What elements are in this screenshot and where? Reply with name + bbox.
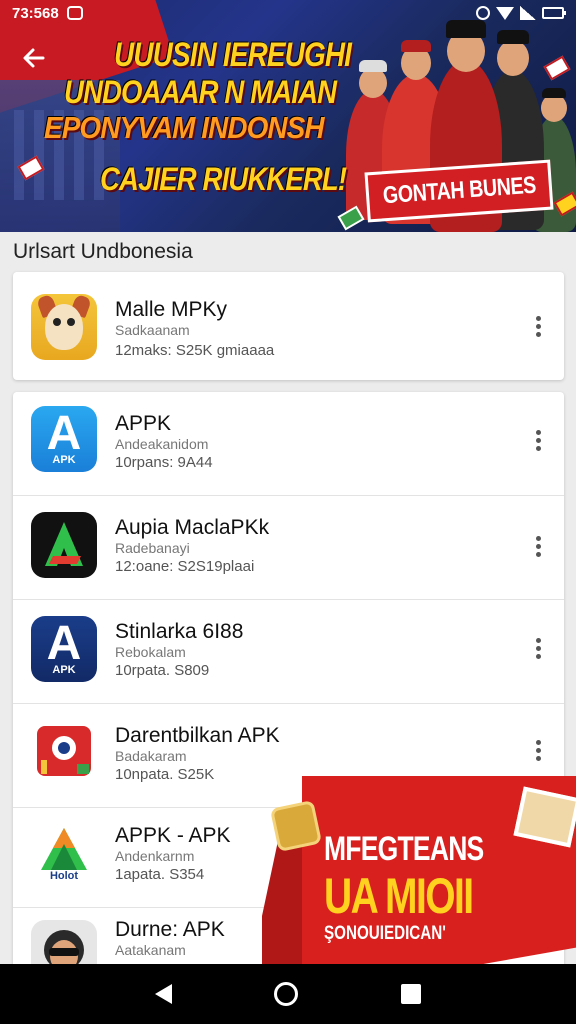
hero-line-2: UNDOAAAR N MAIAN: [64, 74, 337, 110]
green-triangle-icon: Holot: [31, 822, 97, 888]
hero-banner[interactable]: 73:568 UUUSIN IEREUGHI UNDOAAAR N MAIAN …: [0, 0, 576, 232]
status-icons: [476, 6, 566, 20]
more-options-icon[interactable]: [526, 310, 550, 342]
app-meta: 1apata. S354: [115, 866, 205, 883]
promo-text: MFEGTEANS UA MIOII ŞONOUIEDICAN': [324, 830, 576, 945]
apk-a-blue-icon: A APK: [31, 406, 97, 472]
notification-icon: [66, 6, 83, 20]
app-meta: 12maks: S25K gmiaaaa: [115, 342, 275, 359]
more-options-icon[interactable]: [526, 424, 550, 456]
back-arrow-icon[interactable]: [16, 40, 52, 76]
status-time: 73:568: [12, 4, 59, 22]
list-item[interactable]: Aupia MaclaPKk Radebanayi 12:oane: S2S19…: [13, 496, 564, 600]
promo-overlay[interactable]: MFEGTEANS UA MIOII ŞONOUIEDICAN': [262, 776, 576, 976]
coin-icon: [269, 799, 323, 853]
app-developer: Aatakanam: [115, 942, 186, 958]
app-meta: 10rpans: 9A44: [115, 454, 213, 471]
hero-line-4: CAJIER RIUKKERL!: [100, 161, 347, 197]
app-screen: 73:568 UUUSIN IEREUGHI UNDOAAAR N MAIAN …: [0, 0, 576, 1024]
nav-home-icon[interactable]: [274, 982, 299, 1006]
apk-a-dark-icon: [31, 512, 97, 578]
app-developer: Sadkaanam: [115, 322, 190, 338]
more-options-icon[interactable]: [526, 530, 550, 562]
wifi-icon: [496, 6, 514, 20]
app-developer: Andeakanidom: [115, 436, 209, 452]
app-name: Aupia MaclaPKk: [115, 516, 270, 539]
app-name: Darentbilkan APK: [115, 724, 280, 747]
battery-icon: [542, 7, 566, 19]
app-name: Malle MPKy: [115, 298, 228, 321]
promo-line-3: ŞONOUIEDICAN': [324, 923, 446, 944]
app-developer: Badakaram: [115, 748, 187, 764]
signal-icon: [520, 6, 536, 20]
app-meta: 10npata. S25K: [115, 766, 215, 783]
hero-line-3: EPONYVAM INDONSH: [44, 110, 325, 145]
red-camera-icon: [31, 718, 97, 784]
hero-line-1: UUUSIN IEREUGHI: [114, 36, 352, 74]
app-developer: Radebanayi: [115, 540, 190, 556]
app-developer: Andenkarnm: [115, 848, 195, 864]
app-meta: 10rpata. S809: [115, 662, 210, 679]
more-options-icon[interactable]: [526, 734, 550, 766]
more-options-icon[interactable]: [526, 632, 550, 664]
app-name: Stinlarka 6I88: [115, 620, 244, 643]
app-meta: 12:oane: S2S19plaai: [115, 558, 255, 575]
hero-badge-label: GONTAH BUNES: [381, 171, 537, 210]
list-item[interactable]: A APK APPK Andeakanidom 10rpans: 9A44: [13, 392, 564, 496]
apk-a-navy-icon: A APK: [31, 616, 97, 682]
status-bar: 73:568: [0, 0, 576, 26]
fox-mascot-icon: [31, 294, 97, 360]
app-name: Durne: APK: [115, 918, 225, 941]
app-name: APPK - APK: [115, 824, 231, 847]
promo-line-1: MFEGTEANS: [324, 830, 484, 868]
nav-back-icon[interactable]: [155, 984, 173, 1004]
section-title: Urlsart Undbonesia: [13, 240, 193, 263]
alarm-icon: [476, 6, 490, 20]
app-name: APPK: [115, 412, 172, 435]
app-developer: Rebokalam: [115, 644, 186, 660]
hero-headline: UUUSIN IEREUGHI UNDOAAAR N MAIAN EPONYVA…: [44, 38, 364, 195]
nav-recents-icon[interactable]: [400, 984, 421, 1004]
promo-line-2: UA MIOII: [324, 868, 474, 924]
app-card[interactable]: Malle MPKy Sadkaanam 12maks: S25K gmiaaa…: [13, 272, 564, 380]
system-nav-bar: [0, 964, 576, 1024]
list-item[interactable]: A APK Stinlarka 6I88 Rebokalam 10rpata. …: [13, 600, 564, 704]
